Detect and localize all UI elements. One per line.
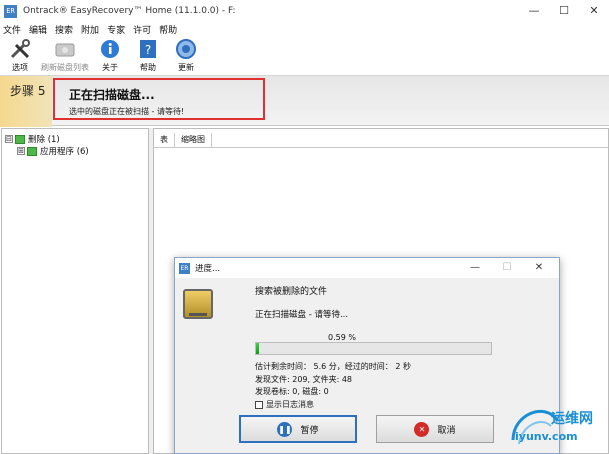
help-button[interactable]: ? 帮助: [131, 37, 165, 75]
dialog-close-button[interactable]: ✕: [523, 258, 555, 278]
window-title: Ontrack® EasyRecovery™ Home (11.1.0.0) -…: [23, 6, 236, 16]
maximize-button[interactable]: ☐: [549, 0, 579, 22]
watermark: 运维网 iyunv.com: [505, 394, 609, 454]
view-tabs: 表 缩略图: [154, 133, 212, 147]
window-controls: — ☐ ✕: [519, 0, 609, 22]
watermark-text: 运维网: [551, 411, 593, 427]
found-files: 发现文件: 209, 文件夹: 48: [255, 375, 353, 384]
cancel-icon: ✕: [414, 421, 430, 437]
update-label: 更新: [178, 63, 194, 72]
time-remaining: 估计剩余时间： 5.6 分，经过的时间： 2 秒: [255, 362, 411, 371]
update-button[interactable]: 更新: [169, 37, 203, 75]
dialog-minimize-button[interactable]: —: [459, 258, 491, 278]
refresh-disk-list-button[interactable]: 刷新磁盘列表: [41, 37, 89, 75]
menu-bar: 文件 编辑 搜索 附加 专家 许可 帮助: [0, 22, 609, 37]
menu-expert[interactable]: 专家: [107, 23, 125, 36]
tools-icon: [9, 38, 31, 60]
refresh-disk-icon: [54, 38, 76, 60]
menu-help[interactable]: 帮助: [159, 23, 177, 36]
tree-item-applications[interactable]: ⊞ 应用程序 (6): [17, 145, 89, 157]
menu-license[interactable]: 许可: [133, 23, 151, 36]
close-button[interactable]: ✕: [579, 0, 609, 22]
update-icon: [175, 38, 197, 60]
help-icon: ?: [137, 38, 159, 60]
cancel-button[interactable]: ✕ 取消: [376, 415, 494, 443]
dialog-heading: 搜索被删除的文件: [255, 287, 328, 297]
options-label: 选项: [12, 63, 28, 72]
toolbar: 选项 刷新磁盘列表 关于 ? 帮助 更新: [0, 37, 609, 75]
collapse-icon[interactable]: ⊟: [5, 135, 13, 143]
tree-label-deleted: 删除 (1): [28, 135, 60, 145]
dialog-app-icon: ER: [179, 262, 190, 274]
show-log-checkbox[interactable]: [255, 400, 263, 409]
dialog-title-bar: ER 进度... — ☐ ✕: [175, 258, 559, 278]
dialog-controls: — ☐ ✕: [459, 258, 555, 278]
svg-text:?: ?: [145, 43, 151, 57]
tree-item-deleted[interactable]: ⊟ 删除 (1): [5, 133, 60, 145]
info-icon: [99, 38, 121, 60]
folder-icon: [27, 146, 37, 156]
tab-table[interactable]: 表: [154, 133, 175, 147]
disk-scan-icon: [183, 289, 213, 319]
dialog-title: 进度...: [195, 264, 221, 274]
app-icon: ER: [4, 4, 17, 18]
progress-dialog: ER 进度... — ☐ ✕ 搜索被删除的文件 正在扫描磁盘 - 请等待... …: [174, 257, 560, 454]
dialog-status: 正在扫描磁盘 - 请等待...: [255, 310, 349, 320]
dialog-maximize-button: ☐: [502, 262, 512, 273]
pause-icon: ❚❚: [277, 421, 293, 437]
tree-label-applications: 应用程序 (6): [40, 147, 89, 157]
cancel-label: 取消: [437, 425, 456, 436]
step-banner: 步骤 5 正在扫描磁盘... 选中的磁盘正在被扫描 - 请等待!: [0, 75, 609, 127]
show-log-option[interactable]: 显示日志消息: [255, 399, 314, 410]
about-button[interactable]: 关于: [93, 37, 127, 75]
menu-file[interactable]: 文件: [3, 23, 21, 36]
show-log-label: 显示日志消息: [266, 400, 314, 409]
step-number: 步骤 5: [0, 76, 52, 127]
title-bar: ER Ontrack® EasyRecovery™ Home (11.1.0.0…: [0, 0, 609, 22]
minimize-button[interactable]: —: [519, 0, 549, 22]
progress-percent: 0.59 %: [328, 333, 356, 342]
scan-status-box: 正在扫描磁盘... 选中的磁盘正在被扫描 - 请等待!: [53, 78, 265, 120]
watermark-url: iyunv.com: [515, 430, 578, 443]
folder-icon: [15, 134, 25, 144]
about-label: 关于: [102, 63, 118, 72]
refresh-disk-list-label: 刷新磁盘列表: [41, 63, 89, 72]
progress-bar-fill: [256, 343, 259, 354]
scan-subtitle: 选中的磁盘正在被扫描 - 请等待!: [69, 107, 185, 116]
menu-search[interactable]: 搜索: [55, 23, 73, 36]
expand-icon[interactable]: ⊞: [17, 147, 25, 155]
found-volumes: 发现卷标: 0, 磁盘: 0: [255, 387, 329, 396]
scan-title: 正在扫描磁盘...: [69, 88, 155, 102]
pause-label: 暂停: [300, 425, 319, 436]
tab-thumbnails[interactable]: 缩略图: [175, 133, 212, 147]
menu-extras[interactable]: 附加: [81, 23, 99, 36]
menu-edit[interactable]: 编辑: [29, 23, 47, 36]
folder-tree: ⊟ 删除 (1) ⊞ 应用程序 (6): [1, 128, 149, 454]
help-label: 帮助: [140, 63, 156, 72]
progress-bar: [255, 342, 492, 355]
pause-button[interactable]: ❚❚ 暂停: [239, 415, 357, 443]
options-button[interactable]: 选项: [3, 37, 37, 75]
